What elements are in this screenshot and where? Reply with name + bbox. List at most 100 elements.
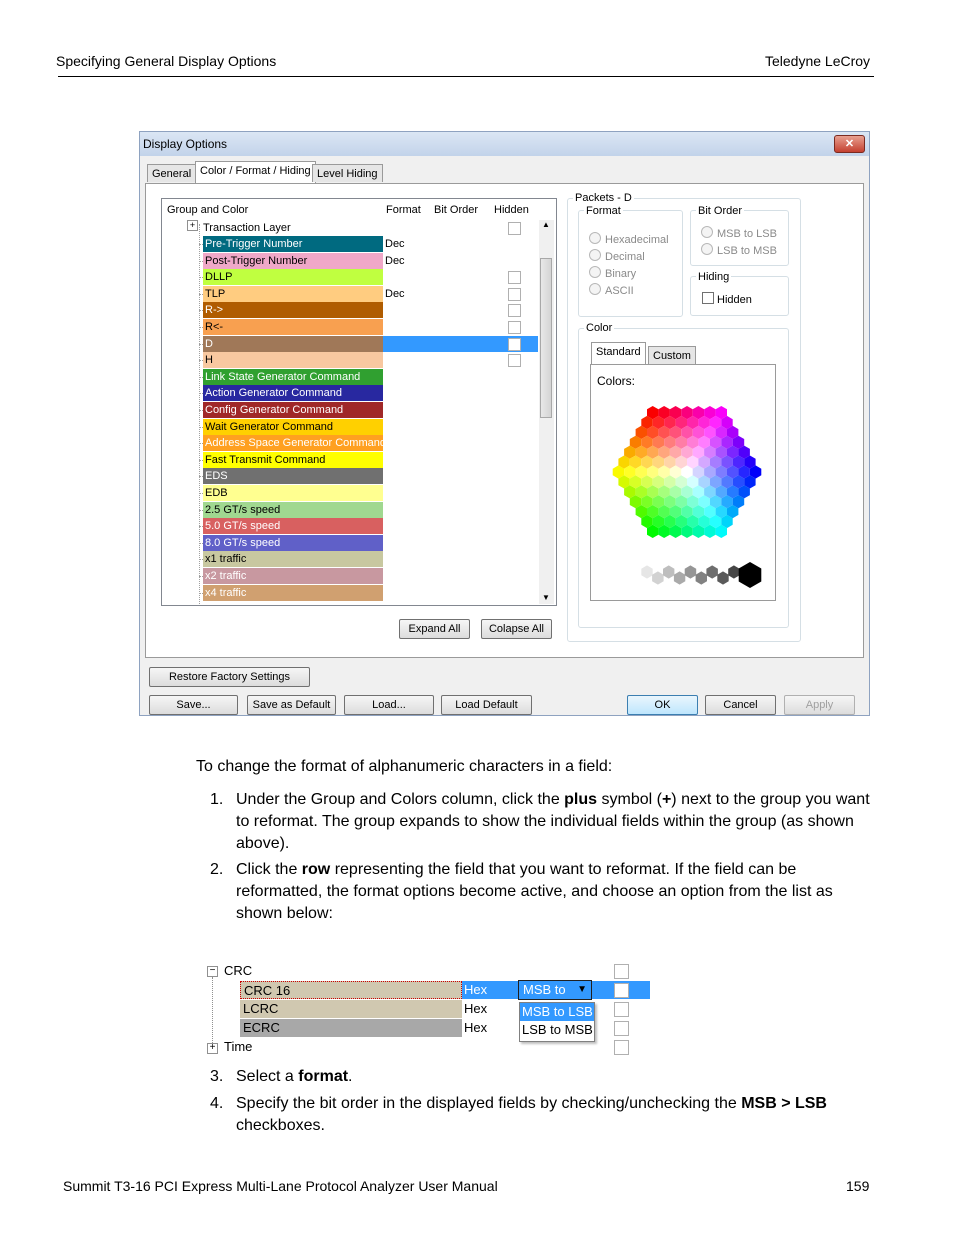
tab-level-hiding[interactable]: Level Hiding — [312, 164, 383, 182]
grid-row-format[interactable]: Dec — [385, 253, 405, 269]
grid-row[interactable]: x1 traffic — [203, 551, 383, 568]
dropdown-option-msb-to-lsb[interactable]: MSB to LSB — [520, 1003, 594, 1021]
grid-row[interactable]: DLLP — [203, 269, 383, 286]
grid-row[interactable]: Address Space Generator Command — [203, 435, 383, 452]
format-radio-option[interactable]: ASCII — [589, 283, 634, 298]
save-button[interactable]: Save... — [149, 695, 238, 715]
grid-row[interactable]: Post-Trigger Number — [203, 252, 383, 269]
gray-swatch[interactable] — [717, 571, 729, 585]
expand-plus-icon-time[interactable]: + — [207, 1043, 218, 1054]
radio-icon — [701, 243, 713, 255]
bit-order-radio-option[interactable]: LSB to MSB — [701, 243, 777, 258]
bit-order-radio-option[interactable]: MSB to LSB — [701, 226, 777, 241]
grid-row[interactable]: Link State Generator Command — [203, 368, 383, 385]
grid-row[interactable]: 8.0 GT/s speed — [203, 534, 383, 551]
format-radio-option[interactable]: Binary — [589, 266, 636, 281]
tab-color-format-hiding[interactable]: Color / Format / Hiding — [195, 161, 316, 183]
grid-row[interactable]: R-> — [203, 302, 383, 319]
tab-color-custom[interactable]: Custom — [648, 346, 696, 364]
expand-all-button[interactable]: Expand All — [399, 619, 470, 639]
close-icon[interactable]: ✕ — [834, 135, 865, 153]
gray-swatch[interactable] — [684, 565, 697, 579]
bit-order-radio-label: MSB to LSB — [717, 228, 777, 240]
load-default-button[interactable]: Load Default — [441, 695, 532, 715]
hidden-checkbox[interactable] — [508, 271, 521, 285]
hidden-checkbox[interactable] — [508, 304, 521, 318]
dropdown-option-lsb-to-msb[interactable]: LSB to MSB — [520, 1021, 594, 1039]
tree-connector — [199, 343, 203, 345]
grid-row[interactable]: 2.5 GT/s speed — [203, 501, 383, 518]
gray-swatch[interactable] — [663, 565, 675, 579]
grid-row[interactable]: 5.0 GT/s speed — [203, 518, 383, 535]
grid-row-format[interactable]: Dec — [385, 236, 405, 252]
save-as-default-button[interactable]: Save as Default — [247, 695, 336, 715]
hidden-checkbox[interactable]: Hidden — [702, 292, 752, 307]
restore-factory-settings-button[interactable]: Restore Factory Settings — [149, 667, 310, 687]
tree-root-label[interactable]: Transaction Layer — [203, 220, 291, 236]
grid-row-format[interactable]: Dec — [385, 286, 405, 302]
step-2-text: Click the row representing the field tha… — [236, 861, 833, 922]
step-2-number: 2. — [210, 861, 224, 878]
collapse-minus-icon[interactable]: − — [207, 966, 218, 977]
color-hexagon-palette[interactable] — [591, 365, 775, 600]
grid-row[interactable]: H — [203, 352, 383, 369]
crc16-row[interactable]: CRC 16 — [240, 981, 462, 999]
hidden-checkbox-root[interactable] — [508, 222, 521, 235]
hidden-checkbox-label: Hidden — [717, 294, 752, 306]
cancel-button[interactable]: Cancel — [705, 695, 776, 715]
scroll-down-icon[interactable]: ▼ — [542, 593, 550, 602]
grid-row[interactable]: R<- — [203, 319, 383, 335]
grid-row[interactable]: EDB — [203, 485, 383, 501]
grid-row[interactable]: D — [203, 335, 383, 352]
collapse-all-button[interactable]: Colapse All — [481, 619, 552, 639]
hidden-checkbox-lcrc[interactable] — [614, 1002, 629, 1017]
hidden-checkbox[interactable] — [508, 287, 521, 301]
gray-swatch[interactable] — [695, 571, 707, 585]
gray-swatch[interactable] — [673, 571, 686, 585]
grid-row[interactable]: x2 traffic — [203, 568, 383, 584]
tab-general[interactable]: General — [147, 164, 197, 182]
tree-connector — [199, 526, 203, 528]
gray-swatch[interactable] — [641, 565, 653, 579]
black-swatch[interactable] — [738, 562, 762, 588]
ecrc-format[interactable]: Hex — [461, 1019, 517, 1037]
hidden-checkbox-crc[interactable] — [614, 964, 629, 979]
scroll-thumb[interactable] — [540, 258, 552, 418]
scroll-up-icon[interactable]: ▲ — [542, 220, 550, 229]
tab-color-standard[interactable]: Standard — [591, 342, 646, 364]
hidden-checkbox-time[interactable] — [614, 1040, 629, 1055]
hidden-checkbox[interactable] — [508, 321, 521, 334]
grid-row[interactable]: x4 traffic — [203, 584, 383, 601]
crc-group-label[interactable]: CRC — [224, 963, 252, 978]
grid-scrollbar[interactable]: ▲ ▼ — [539, 220, 554, 604]
lcrc-format[interactable]: Hex — [461, 1000, 517, 1018]
format-radio-option[interactable]: Decimal — [589, 249, 645, 264]
tab-panel: Group and Color Format Bit Order Hidden … — [145, 183, 864, 658]
lcrc-row[interactable]: LCRC — [240, 1000, 462, 1018]
group-color-grid[interactable]: Group and Color Format Bit Order Hidden … — [161, 198, 557, 606]
hidden-checkbox-crc16[interactable] — [614, 983, 629, 998]
hidden-checkbox[interactable] — [508, 337, 521, 351]
gray-swatch[interactable] — [706, 565, 718, 579]
gray-swatch[interactable] — [652, 571, 664, 585]
ok-button[interactable]: OK — [627, 695, 698, 715]
time-group-label[interactable]: Time — [224, 1039, 252, 1054]
format-radio-option[interactable]: Hexadecimal — [589, 232, 669, 247]
tree-connector — [199, 244, 203, 245]
hidden-checkbox-ecrc[interactable] — [614, 1021, 629, 1036]
grid-row[interactable]: Wait Generator Command — [203, 418, 383, 435]
grid-row[interactable]: Config Generator Command — [203, 402, 383, 418]
grid-row[interactable]: TLP — [203, 285, 383, 302]
hidden-checkbox[interactable] — [508, 354, 521, 368]
grid-row[interactable]: Fast Transmit Command — [203, 451, 383, 468]
grid-row[interactable]: Pre-Trigger Number — [203, 236, 383, 252]
grid-row[interactable]: Action Generator Command — [203, 385, 383, 402]
gray-swatch[interactable] — [728, 565, 740, 579]
crc16-format[interactable]: Hex — [461, 981, 517, 999]
bit-order-dropdown[interactable]: MSB to ▼ — [518, 980, 592, 1000]
ecrc-row[interactable]: ECRC — [240, 1019, 462, 1037]
load-button[interactable]: Load... — [344, 695, 434, 715]
grid-row[interactable]: EDS — [203, 468, 383, 485]
expand-plus-icon[interactable]: + — [187, 220, 198, 231]
apply-button[interactable]: Apply — [784, 695, 855, 715]
